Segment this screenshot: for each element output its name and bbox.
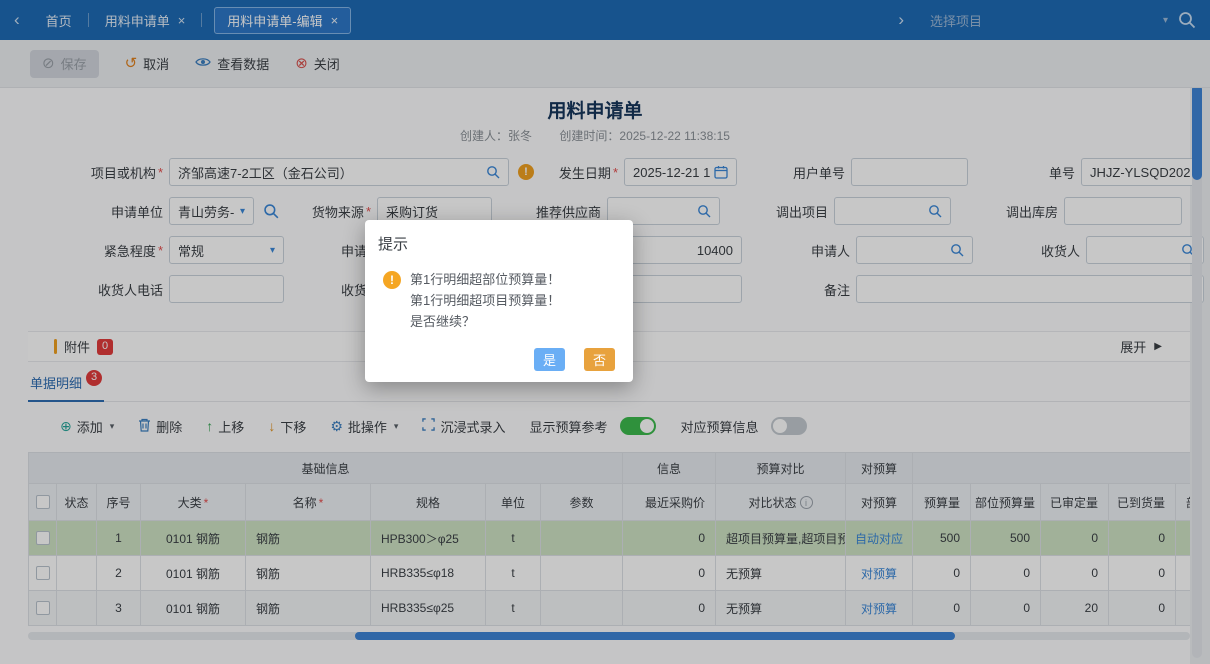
dialog-body: ! 第1行明细超部位预算量！ 第1行明细超项目预算量！ 是否继续？ <box>365 269 633 332</box>
dialog-message-line: 第1行明细超部位预算量！ <box>410 272 561 287</box>
warning-icon: ! <box>383 271 401 289</box>
no-button[interactable]: 否 <box>584 348 615 371</box>
material-request-edit-page: ‹ 首页 用料申请单 × 用料申请单-编辑 × › 选择项目 ▾ ⊘ 保存 ↺ … <box>0 0 1210 664</box>
dialog-actions: 是 否 <box>534 348 615 371</box>
confirm-dialog: 提示 ! 第1行明细超部位预算量！ 第1行明细超项目预算量！ 是否继续？ 是 否 <box>365 220 633 382</box>
dialog-message-line: 第1行明细超项目预算量！ <box>410 293 561 308</box>
dialog-message-line: 是否继续？ <box>410 314 476 329</box>
dialog-title: 提示 <box>378 236 409 253</box>
yes-button[interactable]: 是 <box>534 348 565 371</box>
